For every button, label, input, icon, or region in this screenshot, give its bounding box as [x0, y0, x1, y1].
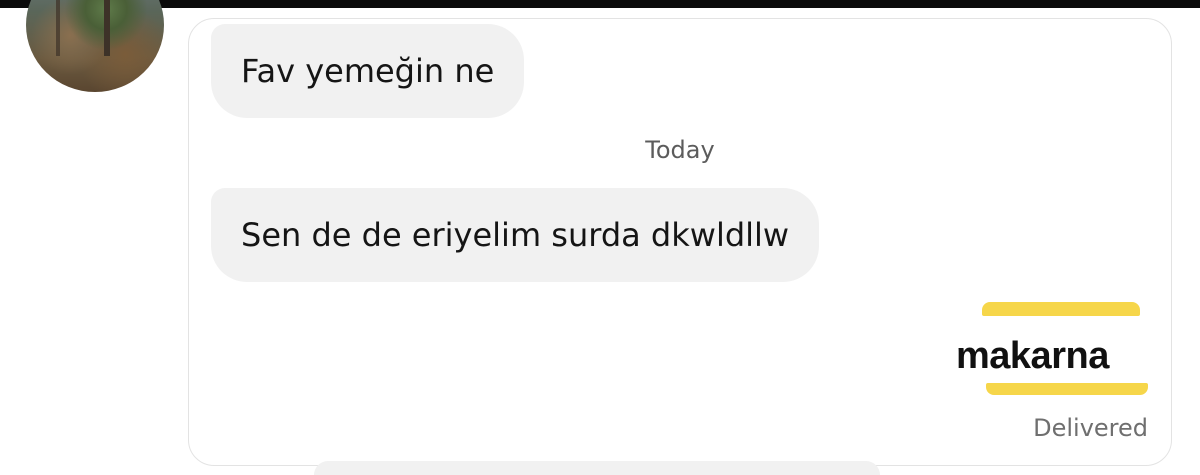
top-bar [0, 0, 1200, 8]
received-message-bubble[interactable]: Sen de de eriyelim surda dkwldllw [211, 188, 820, 282]
avatar-tree-trunk [104, 0, 110, 56]
contact-avatar[interactable] [26, 0, 164, 92]
avatar-tree-trunk [56, 0, 60, 56]
received-message-bubble[interactable]: Fav yemeğin ne [211, 24, 525, 118]
delivery-status: Delivered [1033, 414, 1148, 442]
sticker-highlight-bottom [986, 383, 1148, 395]
sticker-text: makarna [956, 335, 1109, 377]
sent-sticker-message[interactable]: makarna [956, 298, 1160, 400]
message-text: Fav yemeğin ne [241, 52, 495, 90]
message-text: Sen de de eriyelim surda dkwldllw [241, 216, 790, 254]
sticker-highlight-top [982, 302, 1140, 316]
next-message-bubble-partial [314, 461, 880, 475]
date-divider: Today [645, 136, 715, 164]
